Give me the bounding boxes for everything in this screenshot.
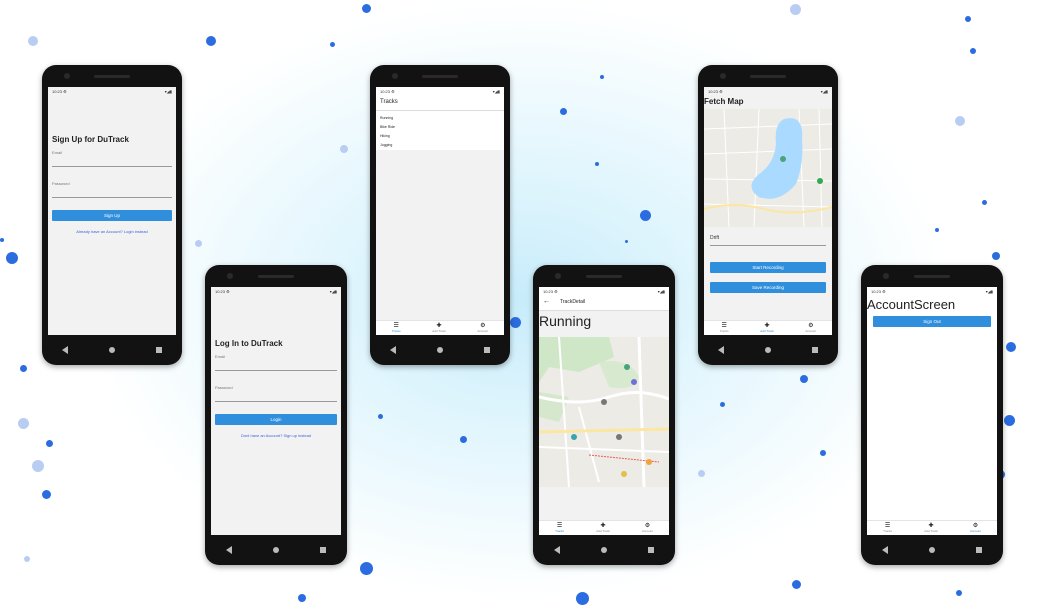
password-field[interactable] — [215, 401, 337, 402]
home-nav-icon[interactable] — [108, 347, 115, 353]
track-name-input[interactable] — [710, 245, 826, 246]
phone-track-detail: 10:23 ⚙ ▾◢▮ ← TrackDetail Running ☰ Trac… — [533, 265, 675, 565]
android-nav-bar — [370, 335, 510, 365]
recents-nav-icon[interactable] — [155, 347, 162, 353]
tab-add-track[interactable]: ✚ Add Track — [924, 523, 938, 533]
phone-signup: 10:23 ⚙ ▾◢▮ Sign Up for DuTrack Email Pas… — [42, 65, 182, 365]
tab-tracks[interactable]: ☰ Tracks — [555, 523, 564, 533]
email-label: Email — [52, 150, 63, 155]
track-name: Running — [539, 313, 592, 329]
bottom-tab-bar: ☰ Tracks ✚ Add Track ⚙ Account — [867, 520, 997, 535]
android-nav-bar — [861, 535, 1003, 565]
account-screen: 10:23 ⚙ ▾◢▮ AccountScreen Sign Out ☰ Track… — [867, 287, 997, 535]
arrow-left-icon[interactable]: ← — [543, 298, 550, 305]
page-title: AccountScreen — [867, 297, 956, 312]
status-bar: 10:23 ⚙ ▾◢▮ — [52, 88, 172, 94]
page-title: Log In to DuTrack — [215, 339, 283, 348]
phone-login: 10:23 ⚙ ▾◢▮ Log In to DuTrack Email Passw… — [205, 265, 347, 565]
signup-screen: 10:23 ⚙ ▾◢▮ Sign Up for DuTrack Email Pas… — [48, 87, 176, 335]
tab-tracks[interactable]: ☰ Tracks — [883, 523, 892, 533]
track-item-hiking[interactable]: Hiking — [380, 132, 500, 141]
signup-link[interactable]: Dont have an Account? Sign up instead — [211, 433, 341, 438]
save-recording-button[interactable]: Save Recording — [710, 282, 826, 293]
email-field[interactable] — [52, 166, 172, 167]
back-nav-icon[interactable] — [390, 346, 397, 354]
status-bar: 10:23 ⚙ ▾◢▮ — [543, 288, 665, 294]
back-nav-icon[interactable] — [718, 346, 725, 354]
track-detail-screen: 10:23 ⚙ ▾◢▮ ← TrackDetail Running ☰ Trac… — [539, 287, 669, 535]
tab-tracks[interactable]: ☰ Tracks — [392, 323, 401, 333]
track-item-jogging[interactable]: Jogging — [380, 141, 500, 150]
recents-nav-icon[interactable] — [976, 547, 983, 553]
bottom-tab-bar: ☰ Tracks ✚ Add Track ⚙ Account — [376, 320, 504, 335]
tab-add-track[interactable]: ✚ Add Track — [596, 523, 610, 533]
bottom-tab-bar: ☰ Tracks ✚ Add Track ⚙ Account — [539, 520, 669, 535]
home-nav-icon[interactable] — [272, 547, 279, 553]
tab-account[interactable]: ⚙ Account — [642, 523, 653, 533]
status-bar: 10:23 ⚙ ▾◢▮ — [215, 288, 337, 294]
header-title: Tracks — [376, 95, 504, 111]
home-nav-icon[interactable] — [600, 547, 607, 553]
android-nav-bar — [42, 335, 182, 365]
back-nav-icon[interactable] — [881, 546, 888, 554]
status-bar: 10:23 ⚙ ▾◢▮ — [380, 88, 500, 94]
back-nav-icon[interactable] — [553, 546, 560, 554]
recents-nav-icon[interactable] — [320, 547, 327, 553]
back-nav-icon[interactable] — [62, 346, 69, 354]
location-map[interactable] — [704, 109, 832, 227]
login-link[interactable]: Already have an Account? Login instead — [48, 229, 176, 234]
tab-account[interactable]: ⚙ Account — [477, 323, 488, 333]
track-name-input-value: Drift — [710, 235, 720, 241]
tab-add-track[interactable]: ✚ Add Track — [760, 323, 774, 333]
page-title: Sign Up for DuTrack — [52, 135, 129, 144]
email-label: Email — [215, 354, 226, 359]
password-field[interactable] — [52, 197, 172, 198]
track-item-bike-ride[interactable]: Bike Ride — [380, 123, 500, 132]
android-nav-bar — [698, 335, 838, 365]
header-title: TrackDetail — [560, 298, 586, 305]
back-nav-icon[interactable] — [225, 546, 232, 554]
status-bar: 10:23 ⚙ ▾◢▮ — [708, 88, 828, 94]
android-nav-bar — [205, 535, 347, 565]
recents-nav-icon[interactable] — [483, 347, 490, 353]
login-screen: 10:23 ⚙ ▾◢▮ Log In to DuTrack Email Passw… — [211, 287, 341, 535]
track-map[interactable] — [539, 337, 669, 487]
signup-button[interactable]: Sign Up — [52, 210, 172, 221]
signout-button[interactable]: Sign Out — [873, 316, 991, 327]
recents-nav-icon[interactable] — [648, 547, 655, 553]
android-nav-bar — [533, 535, 675, 565]
page-title: Fetch Map — [704, 97, 744, 106]
tab-add-track[interactable]: ✚ Add Track — [432, 323, 446, 333]
start-recording-button[interactable]: Start Recording — [710, 262, 826, 273]
phone-account: 10:23 ⚙ ▾◢▮ AccountScreen Sign Out ☰ Track… — [861, 265, 1003, 565]
home-nav-icon[interactable] — [436, 347, 443, 353]
status-bar: 10:23 ⚙ ▾◢▮ — [871, 288, 993, 294]
bottom-tab-bar: ☰ Tracks ✚ Add Track ⚙ Account — [704, 320, 832, 335]
phone-fetch-map: 10:23 ⚙ ▾◢▮ Fetch Map Drift Start Recordi… — [698, 65, 838, 365]
password-label: Password — [52, 181, 70, 186]
track-item-running[interactable]: Running — [380, 114, 500, 123]
email-field[interactable] — [215, 370, 337, 371]
phone-tracks: 10:23 ⚙ ▾◢▮ Tracks Running Bike Ride Hiki… — [370, 65, 510, 365]
tab-account[interactable]: ⚙ Account — [970, 523, 981, 533]
recents-nav-icon[interactable] — [811, 347, 818, 353]
home-nav-icon[interactable] — [764, 347, 771, 353]
login-button[interactable]: Login — [215, 414, 337, 425]
password-label: Password — [215, 385, 233, 390]
create-track-screen: 10:23 ⚙ ▾◢▮ Fetch Map Drift Start Recordi… — [704, 87, 832, 335]
tracks-screen: 10:23 ⚙ ▾◢▮ Tracks Running Bike Ride Hiki… — [376, 87, 504, 335]
home-nav-icon[interactable] — [928, 547, 935, 553]
tab-tracks[interactable]: ☰ Tracks — [720, 323, 729, 333]
tab-account[interactable]: ⚙ Account — [805, 323, 816, 333]
